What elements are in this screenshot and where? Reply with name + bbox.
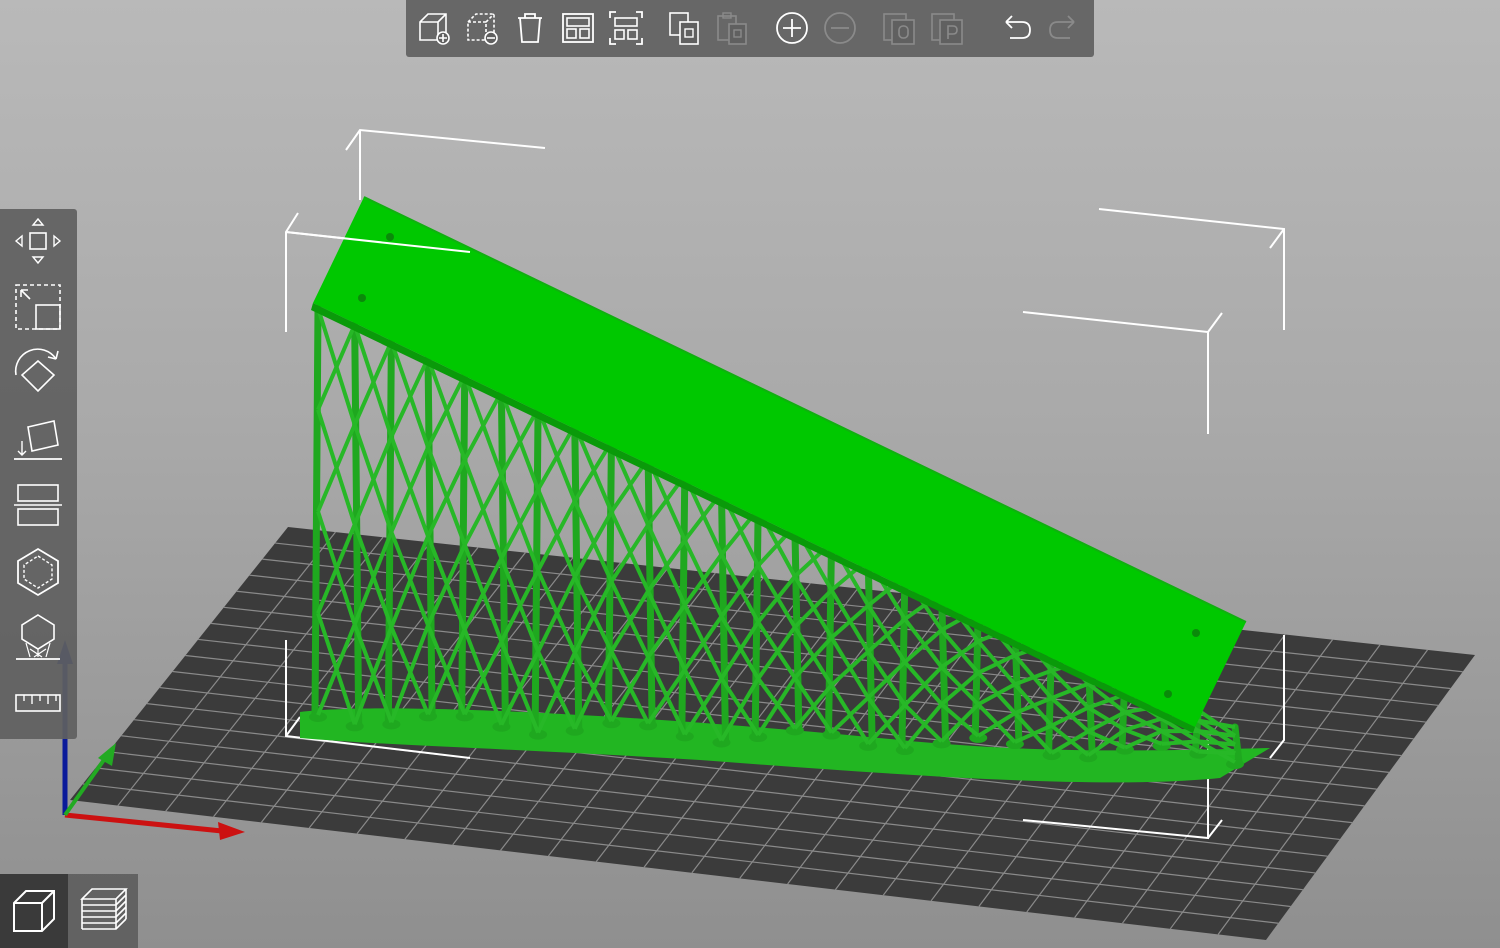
add-instance-button[interactable]: [772, 8, 812, 48]
measure-icon: [15, 694, 61, 712]
measure-tool-button[interactable]: [8, 675, 68, 731]
move-icon: [14, 217, 62, 265]
delete-all-button[interactable]: [510, 8, 550, 48]
split-objects-button[interactable]: [880, 8, 920, 48]
3d-viewport[interactable]: [0, 0, 1500, 948]
support-points-icon: [16, 614, 60, 660]
redo-button[interactable]: [1044, 8, 1084, 48]
add-button[interactable]: [414, 8, 454, 48]
scale-icon: [15, 284, 61, 330]
arrange-selection-button[interactable]: [606, 8, 646, 48]
remove-instance-button[interactable]: [820, 8, 860, 48]
add-instance-icon: [776, 12, 808, 44]
delete-all-icon: [518, 13, 542, 43]
top-toolbar: [406, 0, 1094, 57]
split-objects-icon: [883, 13, 915, 45]
cut-tool-button[interactable]: [8, 477, 68, 533]
delete-icon: [467, 13, 498, 45]
remove-instance-icon: [824, 12, 856, 44]
split-parts-icon: [931, 13, 963, 45]
arrange-button[interactable]: [558, 8, 598, 48]
arrange-icon: [562, 13, 594, 43]
3d-view-button[interactable]: [0, 874, 68, 948]
redo-icon: [1049, 15, 1075, 39]
cut-icon: [14, 484, 62, 526]
scale-tool-button[interactable]: [8, 279, 68, 335]
paste-icon: [717, 12, 747, 45]
view-switch: [0, 874, 138, 948]
hollow-tool-button[interactable]: [8, 543, 68, 599]
place-on-face-icon: [14, 420, 62, 460]
split-parts-button[interactable]: [928, 8, 968, 48]
undo-icon: [1005, 15, 1031, 39]
preview-button[interactable]: [70, 874, 138, 948]
preview-layers-icon: [80, 888, 128, 930]
copy-button[interactable]: [664, 8, 704, 48]
hollow-icon: [17, 547, 59, 597]
move-tool-button[interactable]: [8, 213, 68, 269]
copy-icon: [669, 12, 699, 45]
paste-button[interactable]: [712, 8, 752, 48]
3d-view-icon: [13, 890, 55, 932]
place-on-face-tool-button[interactable]: [8, 411, 68, 467]
left-toolbar: [0, 209, 77, 739]
undo-button[interactable]: [996, 8, 1036, 48]
arrange-selection-icon: [609, 11, 643, 45]
add-icon: [419, 13, 450, 45]
support-points-tool-button[interactable]: [8, 609, 68, 665]
rotate-icon: [14, 348, 59, 393]
delete-button[interactable]: [462, 8, 502, 48]
rotate-tool-button[interactable]: [8, 345, 68, 401]
